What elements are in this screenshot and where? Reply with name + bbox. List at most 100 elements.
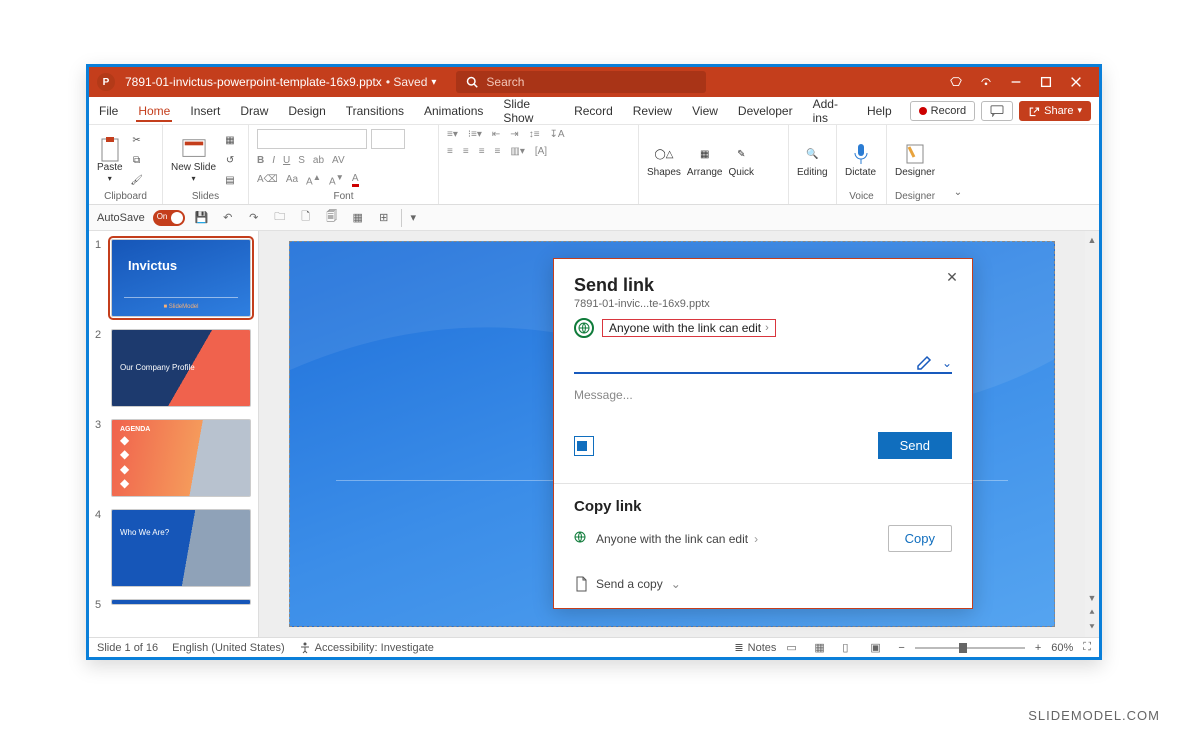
qat-icon[interactable]: 🗀 xyxy=(271,209,289,227)
accessibility-status[interactable]: Accessibility: Investigate xyxy=(299,642,434,654)
line-spacing-button[interactable]: ↕≡ xyxy=(529,129,540,140)
outlook-icon[interactable] xyxy=(574,436,594,456)
collapse-ribbon-button[interactable]: ⌄ xyxy=(943,125,973,204)
clear-format-button[interactable]: A⌫ xyxy=(257,174,278,185)
sorter-view-icon[interactable]: ▦ xyxy=(814,641,832,655)
scroll-down-icon[interactable]: ▼ xyxy=(1088,593,1097,603)
send-button[interactable]: Send xyxy=(878,432,952,459)
maximize-button[interactable] xyxy=(1031,67,1061,97)
thumbnail-row[interactable]: 2 Our Company Profile xyxy=(95,329,252,407)
slide-thumbnail-2[interactable]: Our Company Profile xyxy=(111,329,251,407)
reading-view-icon[interactable]: ▯ xyxy=(842,641,860,655)
tab-developer[interactable]: Developer xyxy=(736,100,795,122)
designer-button[interactable]: Designer xyxy=(895,142,935,178)
search-box[interactable]: Search xyxy=(456,71,706,93)
undo-icon[interactable]: ↶ xyxy=(219,209,237,227)
new-slide-button[interactable]: New Slide▾ xyxy=(171,137,216,183)
close-window-button[interactable] xyxy=(1061,67,1091,97)
align-center-button[interactable]: ≡ xyxy=(463,146,469,157)
italic-button[interactable]: I xyxy=(272,155,275,166)
zoom-out-button[interactable]: − xyxy=(898,642,904,654)
link-permission-setting[interactable]: Anyone with the link can edit› xyxy=(602,319,776,337)
copy-link-permission[interactable]: Anyone with the link can edit› xyxy=(596,532,758,546)
copy-icon[interactable]: ⧉ xyxy=(129,152,145,168)
font-size-select[interactable] xyxy=(371,129,405,149)
tab-design[interactable]: Design xyxy=(286,100,327,122)
close-dialog-button[interactable]: ✕ xyxy=(942,267,962,287)
language-status[interactable]: English (United States) xyxy=(172,642,285,654)
save-icon[interactable]: 💾 xyxy=(193,209,211,227)
tab-home[interactable]: Home xyxy=(136,100,172,122)
next-slide-icon[interactable]: ⯆ xyxy=(1088,622,1095,633)
dictate-button[interactable]: Dictate xyxy=(845,142,876,178)
slide-counter[interactable]: Slide 1 of 16 xyxy=(97,642,158,654)
slide-thumbnail-5[interactable] xyxy=(111,599,251,605)
columns-button[interactable]: ▥▾ xyxy=(510,146,524,157)
slide-thumbnail-4[interactable]: Who We Are? xyxy=(111,509,251,587)
tab-review[interactable]: Review xyxy=(631,100,674,122)
qat-icon[interactable]: ⊞ xyxy=(375,209,393,227)
bold-button[interactable]: B xyxy=(257,155,264,166)
tab-help[interactable]: Help xyxy=(865,100,894,122)
qat-icon[interactable]: 🗋 xyxy=(297,209,315,227)
tab-file[interactable]: File xyxy=(97,100,120,122)
zoom-level[interactable]: 60% xyxy=(1051,642,1073,654)
tab-transitions[interactable]: Transitions xyxy=(344,100,406,122)
tab-draw[interactable]: Draw xyxy=(238,100,270,122)
tab-record[interactable]: Record xyxy=(572,100,615,122)
align-right-button[interactable]: ≡ xyxy=(479,146,485,157)
qat-icon[interactable]: 🗐 xyxy=(323,209,341,227)
reset-icon[interactable]: ↺ xyxy=(222,152,238,168)
slide-thumbnail-3[interactable]: AGENDA◆◆◆◆ xyxy=(111,419,251,497)
justify-button[interactable]: ≡ xyxy=(495,146,501,157)
shrink-font-button[interactable]: A▼ xyxy=(329,172,344,187)
redo-icon[interactable]: ↷ xyxy=(245,209,263,227)
layout-icon[interactable]: ▦ xyxy=(222,132,238,148)
scroll-up-icon[interactable]: ▲ xyxy=(1088,235,1097,245)
tab-insert[interactable]: Insert xyxy=(188,100,222,122)
text-shadow-button[interactable]: ab xyxy=(313,155,324,166)
premium-icon[interactable] xyxy=(941,67,971,97)
qat-more-icon[interactable]: ▾ xyxy=(401,209,419,227)
thumbnail-row[interactable]: 1 Invictus■ SlideModel xyxy=(95,239,252,317)
zoom-in-button[interactable]: + xyxy=(1035,642,1041,654)
bullets-button[interactable]: ≡▾ xyxy=(447,129,458,140)
tab-slideshow[interactable]: Slide Show xyxy=(501,93,556,129)
prev-slide-icon[interactable]: ⯅ xyxy=(1088,607,1095,618)
section-icon[interactable]: ▤ xyxy=(222,172,238,188)
vertical-scrollbar[interactable]: ▲ ▼ ⯅ ⯆ xyxy=(1085,231,1099,637)
send-copy-button[interactable]: Send a copy ⌄ xyxy=(574,576,952,592)
slide-thumbnail-1[interactable]: Invictus■ SlideModel xyxy=(111,239,251,317)
coming-soon-icon[interactable] xyxy=(971,67,1001,97)
arrange-button[interactable]: ▦Arrange xyxy=(687,142,723,178)
copy-button[interactable]: Copy xyxy=(888,525,952,552)
chevron-down-icon[interactable]: ⌄ xyxy=(942,356,952,370)
message-input[interactable]: Message... xyxy=(574,388,952,402)
format-painter-icon[interactable]: 🖌 xyxy=(129,172,145,188)
thumbnail-row[interactable]: 5 xyxy=(95,599,252,611)
paste-button[interactable]: Paste▾ xyxy=(97,137,123,183)
font-color-button[interactable]: A xyxy=(352,173,359,187)
change-case-button[interactable]: Aa xyxy=(286,174,298,185)
link-settings-row[interactable]: Anyone with the link can edit› xyxy=(574,318,952,338)
comments-button[interactable] xyxy=(981,101,1013,121)
grow-font-button[interactable]: A▲ xyxy=(306,172,321,187)
font-family-select[interactable] xyxy=(257,129,367,149)
indent-right-button[interactable]: ⇥ xyxy=(510,129,518,140)
quick-styles-button[interactable]: ✎Quick xyxy=(729,142,755,178)
align-text-button[interactable]: [A] xyxy=(535,146,547,157)
autosave-toggle[interactable]: On xyxy=(153,210,185,226)
tab-view[interactable]: View xyxy=(690,100,720,122)
thumbnail-row[interactable]: 4 Who We Are? xyxy=(95,509,252,587)
strikethrough-button[interactable]: S xyxy=(298,155,305,166)
tab-addins[interactable]: Add-ins xyxy=(811,93,849,129)
share-button[interactable]: Share▾ xyxy=(1019,101,1091,121)
recipient-input[interactable]: ⌄ xyxy=(574,354,952,374)
zoom-slider[interactable] xyxy=(915,647,1025,649)
normal-view-icon[interactable]: ▭ xyxy=(786,641,804,655)
thumbnail-row[interactable]: 3 AGENDA◆◆◆◆ xyxy=(95,419,252,497)
shapes-button[interactable]: ◯△Shapes xyxy=(647,142,681,178)
fit-to-window-icon[interactable]: ⛶ xyxy=(1083,641,1091,654)
qat-icon[interactable]: ▦ xyxy=(349,209,367,227)
tab-animations[interactable]: Animations xyxy=(422,100,485,122)
